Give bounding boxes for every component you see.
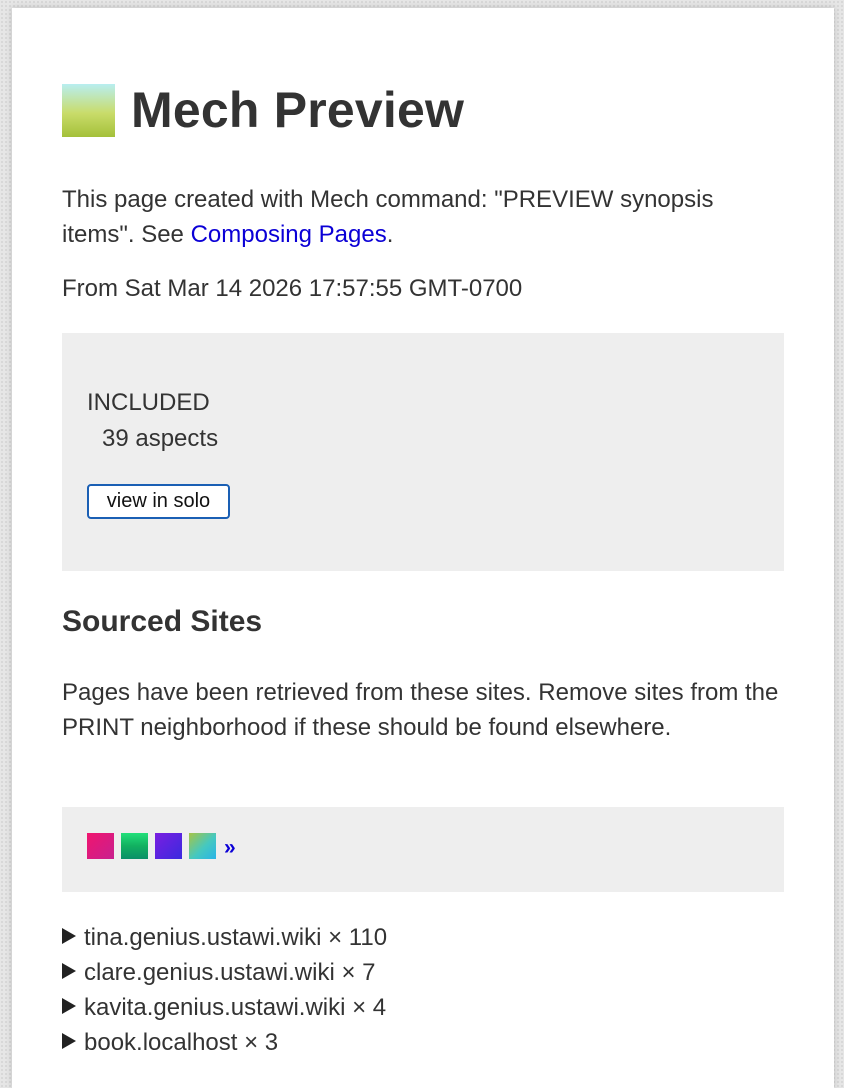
disclosure-triangle-icon[interactable] bbox=[62, 998, 76, 1014]
site-flag-icon[interactable] bbox=[87, 833, 114, 859]
intro-suffix: . bbox=[386, 221, 394, 248]
page: Mech Preview This page created with Mech… bbox=[12, 8, 834, 1088]
view-in-solo-button[interactable]: view in solo bbox=[87, 484, 230, 519]
site-count: × 4 bbox=[345, 994, 387, 1021]
included-label: INCLUDED bbox=[87, 389, 210, 416]
site-count: × 3 bbox=[237, 1029, 279, 1056]
intro-paragraph: This page created with Mech command: "PR… bbox=[62, 182, 784, 252]
page-header: Mech Preview bbox=[62, 80, 464, 140]
site-flag-icon[interactable] bbox=[62, 83, 115, 137]
disclosure-triangle-icon[interactable] bbox=[62, 928, 76, 944]
page-title: Mech Preview bbox=[131, 82, 465, 138]
sourced-sites-description: Pages have been retrieved from these sit… bbox=[62, 679, 779, 741]
site-name: kavita.genius.ustawi.wiki bbox=[84, 994, 346, 1021]
site-name: book.localhost bbox=[84, 1029, 238, 1056]
site-list-item[interactable]: clare.genius.ustawi.wiki × 7 bbox=[62, 955, 784, 990]
site-list: tina.genius.ustawi.wiki × 110 clare.geni… bbox=[62, 920, 784, 1060]
site-list-item[interactable]: kavita.genius.ustawi.wiki × 4 bbox=[62, 990, 784, 1025]
site-list-item[interactable]: tina.genius.ustawi.wiki × 110 bbox=[62, 920, 784, 955]
sourced-sites-heading: Sourced Sites bbox=[62, 605, 263, 638]
site-flag-icon[interactable] bbox=[121, 833, 148, 859]
site-name: clare.genius.ustawi.wiki bbox=[84, 959, 335, 986]
more-sites-link[interactable]: » bbox=[224, 836, 236, 860]
aspects-count: 39 aspects bbox=[102, 425, 219, 452]
site-flag-icon[interactable] bbox=[155, 833, 182, 859]
included-panel: INCLUDED 39 aspects view in solo bbox=[62, 333, 784, 571]
composing-pages-link[interactable]: Composing Pages bbox=[191, 221, 387, 248]
site-count: × 110 bbox=[321, 924, 388, 951]
site-count: × 7 bbox=[334, 959, 376, 986]
site-flag-icon[interactable] bbox=[189, 833, 216, 859]
from-line: From Sat Mar 14 2026 17:57:55 GMT-0700 bbox=[62, 275, 523, 302]
disclosure-triangle-icon[interactable] bbox=[62, 963, 76, 979]
site-list-item[interactable]: book.localhost × 3 bbox=[62, 1025, 784, 1060]
site-name: tina.genius.ustawi.wiki bbox=[84, 924, 322, 951]
disclosure-triangle-icon[interactable] bbox=[62, 1033, 76, 1049]
site-flags-panel: » bbox=[62, 807, 784, 892]
